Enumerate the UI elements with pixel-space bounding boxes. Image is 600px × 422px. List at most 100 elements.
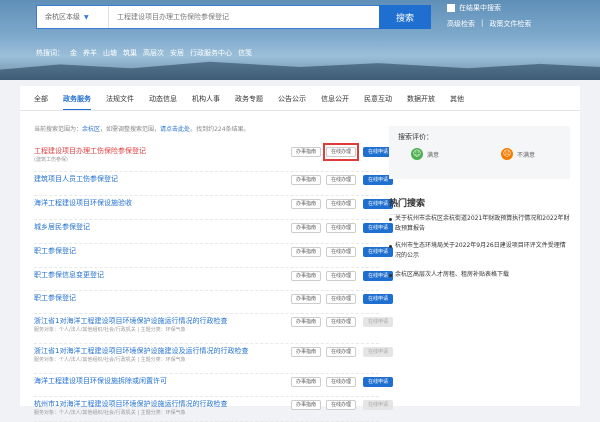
guide-button[interactable]: 办事指南 [291, 247, 321, 257]
tab-6[interactable]: 公告公示 [278, 94, 306, 111]
bullet-icon [389, 245, 392, 248]
apply-button[interactable]: 在线申请 [363, 294, 393, 304]
apply-button[interactable]: 在线申请 [363, 317, 393, 327]
hot-words: 热搜词： 金 养羊 山塘 筑巢 高层次 安居 行政服务中心 信笺 [36, 48, 252, 58]
online-button[interactable]: 在线办理 [326, 317, 356, 327]
guide-button[interactable]: 办事指南 [291, 400, 321, 410]
rate-bad-label: 不满意 [517, 151, 536, 159]
frown-icon: ☹ [501, 148, 513, 160]
result-item: 海洋工程建设项目环保设施拆除或闲置许可 办事指南 在线办理 在线申请 [34, 374, 393, 397]
result-item: 海洋工程建设项目环保设施验收 办事指南 在线办理 在线申请 [34, 196, 393, 220]
apply-button[interactable]: 在线申请 [363, 400, 393, 410]
result-title-link[interactable]: 浙江省1对海洋工程建设项目环境保护设施建设及运行情况的行政检查 [34, 346, 248, 356]
hot-search-item[interactable]: 余杭区高层次人才房租、租房补贴表格下载 [389, 270, 570, 280]
apply-button[interactable]: 在线申请 [363, 377, 393, 387]
hot-word-link[interactable]: 养羊 [83, 48, 97, 58]
hot-search-text: 余杭区高层次人才房租、租房补贴表格下载 [395, 271, 510, 278]
result-title-link[interactable]: 海洋工程建设项目环保设施拆除或闲置许可 [34, 376, 167, 386]
results-list: 工程建设项目办理工伤保险参保登记 (建筑工伤参保) 办事指南 在线办理 在线申请建筑项目… [34, 143, 393, 422]
tab-7[interactable]: 信息公开 [321, 94, 349, 111]
tab-5[interactable]: 政务专题 [235, 94, 263, 111]
hot-word-link[interactable]: 筑巢 [123, 48, 137, 58]
change-scope-link[interactable]: 请点击此处 [160, 126, 190, 133]
result-item: 浙江省1对海洋工程建设项目环境保护设施运行情况的行政检查 服务对象：个人/法人/其… [34, 314, 393, 344]
result-title-link[interactable]: 职工参保信息变更登记 [34, 270, 104, 280]
online-button[interactable]: 在线办理 [326, 175, 356, 185]
result-title-link[interactable]: 海洋工程建设项目环保设施验收 [34, 198, 132, 208]
guide-button[interactable]: 办事指南 [291, 223, 321, 233]
hot-search-title: 热门搜索 [389, 196, 570, 215]
online-button[interactable]: 在线办理 [326, 199, 356, 209]
status-mid: ，如需调整搜索范围， [100, 126, 161, 133]
hot-search-item[interactable]: 杭州市生态环境局关于2022年9月26日建设项目环评文件受理情况的公示 [389, 241, 570, 261]
status-suffix: 。找到约224条结果。 [190, 126, 250, 133]
search-bar: 余杭区本级 ▼ 搜索 [36, 5, 431, 29]
guide-button[interactable]: 办事指南 [291, 147, 321, 157]
hot-search-item[interactable]: 关于杭州市余杭区余杭街道2021年财政预算执行情况和2022年财政预算报告 [389, 214, 570, 234]
hot-word-link[interactable]: 信笺 [238, 48, 252, 58]
tab-4[interactable]: 机构人事 [192, 94, 220, 111]
hot-search: 热门搜索 关于杭州市余杭区余杭街道2021年财政预算执行情况和2022年财政预算… [389, 196, 570, 278]
result-title-link[interactable]: 浙江省1对海洋工程建设项目环境保护设施运行情况的行政检查 [34, 316, 227, 326]
online-button[interactable]: 在线办理 [326, 223, 356, 233]
result-item: 浙江省1对海洋工程建设项目环境保护设施建设及运行情况的行政检查 服务对象：个人/法… [34, 344, 393, 374]
result-title-link[interactable]: 职工参保登记 [34, 293, 76, 303]
guide-button[interactable]: 办事指南 [291, 199, 321, 209]
result-item: 工程建设项目办理工伤保险参保登记 (建筑工伤参保) 办事指南 在线办理 在线申请 [34, 143, 393, 172]
online-button[interactable]: 在线办理 [326, 271, 356, 281]
status-scope: 余杭区 [82, 126, 101, 133]
tab-9[interactable]: 数据开放 [407, 94, 435, 111]
policy-search-link[interactable]: 政策文件检索 [489, 19, 531, 29]
smile-icon: ☺ [411, 148, 423, 160]
status-prefix: 当前搜索范围为： [34, 126, 83, 133]
search-status: 当前搜索范围为：余杭区，如需调整搜索范围，请点击此处。找到约224条结果。 [34, 124, 250, 133]
guide-button[interactable]: 办事指南 [291, 347, 321, 357]
rate-bad-button[interactable]: ☹ 不满意 [501, 148, 535, 160]
bullet-icon [389, 274, 392, 277]
hot-search-text: 杭州市生态环境局关于2022年9月26日建设项目环评文件受理情况的公示 [395, 242, 566, 259]
result-title-link[interactable]: 杭州市1对海洋工程建设项目环境保护设施运行情况的行政检查 [34, 399, 227, 409]
guide-button[interactable]: 办事指南 [291, 317, 321, 327]
online-button[interactable]: 在线办理 [326, 377, 356, 387]
tab-3[interactable]: 动态信息 [149, 94, 177, 111]
rate-good-button[interactable]: ☺ 满意 [411, 148, 439, 160]
hot-words-label: 热搜词： [36, 49, 64, 57]
tab-divider [20, 110, 580, 111]
result-title-link[interactable]: 工程建设项目办理工伤保险参保登记 [34, 146, 146, 156]
tab-2[interactable]: 法规文件 [106, 94, 134, 111]
online-button[interactable]: 在线办理 [326, 294, 356, 304]
guide-button[interactable]: 办事指南 [291, 377, 321, 387]
tab-0[interactable]: 全部 [34, 94, 48, 111]
online-button[interactable]: 在线办理 [326, 247, 356, 257]
advanced-search-link[interactable]: 高级检索 [447, 19, 475, 29]
result-title-link[interactable]: 城乡居民参保登记 [34, 222, 90, 232]
apply-button[interactable]: 在线申请 [363, 347, 393, 357]
header-banner: 余杭区本级 ▼ 搜索 在结果中搜索 高级检索 | 政策文件检索 热搜词： 金 养… [0, 0, 600, 80]
rate-good-label: 满意 [427, 151, 440, 159]
hot-word-link[interactable]: 山塘 [103, 48, 117, 58]
result-title-link[interactable]: 建筑项目人员工伤参保登记 [34, 174, 118, 184]
tab-1[interactable]: 政务服务 [63, 94, 91, 111]
result-item: 城乡居民参保登记 办事指南 在线办理 在线申请 [34, 220, 393, 244]
result-title-link[interactable]: 职工参保登记 [34, 246, 76, 256]
guide-button[interactable]: 办事指南 [291, 175, 321, 185]
online-button[interactable]: 在线办理 [326, 400, 356, 410]
tab-8[interactable]: 民意互动 [364, 94, 392, 111]
hot-search-text: 关于杭州市余杭区余杭街道2021年财政预算执行情况和2022年财政预算报告 [395, 215, 570, 232]
tab-10[interactable]: 其他 [450, 94, 464, 111]
result-item: 职工参保登记 办事指南 在线办理 在线申请 [34, 291, 393, 314]
guide-button[interactable]: 办事指南 [291, 271, 321, 281]
region-select[interactable]: 余杭区本级 ▼ [37, 6, 109, 28]
search-in-results-label[interactable]: 在结果中搜索 [459, 3, 501, 13]
rating-box: 搜索评价： ☺ 满意 ☹ 不满意 [389, 126, 570, 179]
search-in-results-checkbox[interactable] [447, 4, 455, 12]
search-input[interactable] [109, 6, 379, 28]
search-button[interactable]: 搜索 [379, 5, 431, 29]
hot-word-link[interactable]: 安居 [170, 48, 184, 58]
guide-button[interactable]: 办事指南 [291, 294, 321, 304]
hot-word-link[interactable]: 金 [70, 48, 77, 58]
hot-word-link[interactable]: 高层次 [143, 48, 164, 58]
hot-word-link[interactable]: 行政服务中心 [190, 48, 232, 58]
result-meta: 服务对象：个人/法人/其他组织/社会/行政机关 | 主题分类：环保气象 [34, 357, 186, 363]
online-button[interactable]: 在线办理 [326, 347, 356, 357]
